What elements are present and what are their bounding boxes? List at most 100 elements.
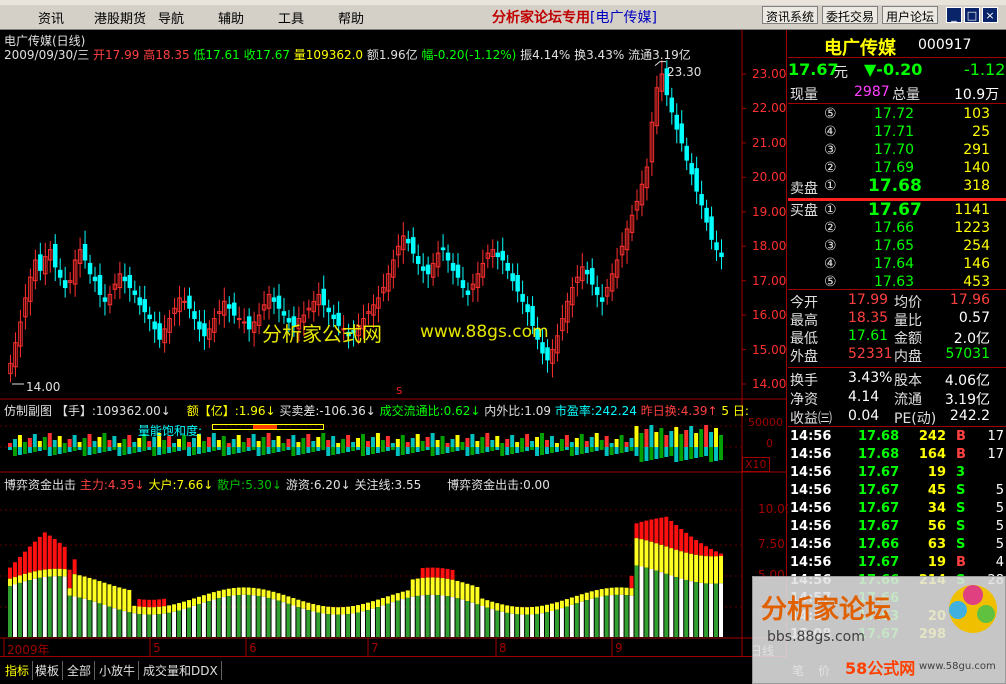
retail-bar <box>286 603 291 637</box>
sub1-bar <box>341 439 346 447</box>
candle-body <box>689 163 694 175</box>
retail-bar <box>296 607 301 637</box>
menu-strip <box>0 0 1006 5</box>
main-force-bar <box>629 575 634 589</box>
candle-body <box>410 237 416 254</box>
price-axis-label: 17.00 <box>752 273 787 288</box>
retail-bar <box>8 586 12 637</box>
sub1-bar-neg <box>465 447 470 456</box>
big-holder-bar <box>674 549 679 578</box>
sub1-bar-neg <box>127 447 132 454</box>
price-axis-label: 20.00 <box>752 170 787 185</box>
chart-canvas[interactable] <box>0 30 787 656</box>
maximize-button[interactable]: □ <box>964 7 980 23</box>
retail-bar <box>261 596 266 637</box>
sub2-retail: 散户:5.30↓ <box>217 478 282 492</box>
retail-bar <box>689 581 694 637</box>
sub1-bar-neg <box>231 447 236 454</box>
minimize-button[interactable]: _ <box>946 7 962 23</box>
stat-value: 0.04 <box>848 408 880 424</box>
retail-bar <box>549 611 554 637</box>
sub1-bar-neg <box>172 447 177 452</box>
volume-row: 现量 2987 总量 10.9万 <box>788 84 1006 103</box>
main-force-bar <box>709 548 714 557</box>
big-holder-bar <box>639 539 644 567</box>
big-holder-bar <box>435 577 440 596</box>
retail-bar <box>206 601 211 637</box>
stat-value: 17.61 <box>848 328 889 344</box>
big-holder-bar <box>599 589 604 597</box>
sub1-bar <box>465 438 470 447</box>
trade-button[interactable]: 委托交易 <box>822 6 879 24</box>
sub1-bar-neg <box>564 447 569 450</box>
big-holder-bar <box>67 588 72 596</box>
book-level-icon: ② <box>824 220 837 236</box>
sub1-bar <box>679 434 684 447</box>
tick-volume: 56 <box>927 519 946 534</box>
menu-item-assist[interactable]: 辅助 <box>218 8 244 27</box>
candle-body <box>152 321 157 330</box>
tab-all[interactable]: 全部 <box>64 661 96 680</box>
big-holder-bar <box>241 587 246 595</box>
retail-bar <box>291 605 296 637</box>
retail-bar <box>425 594 430 637</box>
candle-body <box>97 275 103 295</box>
big-holder-bar <box>614 587 619 595</box>
retail-bar <box>47 576 52 637</box>
retail-bar <box>535 613 540 637</box>
tab-xiaofangniu[interactable]: 小放牛 <box>96 661 140 680</box>
menu-item-help[interactable]: 帮助 <box>338 8 364 27</box>
retail-bar <box>525 614 530 637</box>
big-holder-bar <box>221 589 226 598</box>
big-holder-bar <box>32 571 37 579</box>
book-volume: 25 <box>972 124 990 140</box>
close-button[interactable]: × <box>982 7 998 23</box>
main-force-bar <box>689 536 694 554</box>
user-forum-button[interactable]: 用户论坛 <box>882 6 939 24</box>
candle-body <box>589 268 595 285</box>
sub1-bar-neg <box>639 447 644 462</box>
main-force-bar <box>67 569 72 589</box>
retail-bar <box>316 612 321 637</box>
big-holder-bar <box>201 595 206 603</box>
retail-bar <box>599 596 604 637</box>
menu-item-hk-futures[interactable]: 港股期货 <box>94 8 146 27</box>
tab-template[interactable]: 模板 <box>32 661 64 680</box>
sub1-bar-neg <box>480 447 485 453</box>
sub1-bar <box>420 441 425 447</box>
sub1-bar-neg <box>112 447 117 450</box>
sub1-label-line: 仿制副图 【手】:109362.00↓ 额【亿】:1.96↓ 买卖差:-106.… <box>4 402 749 419</box>
sub1-bar-neg <box>157 447 162 455</box>
sub1-bar-neg <box>525 447 530 451</box>
menu-item-news[interactable]: 资讯 <box>38 8 64 27</box>
sub1-bar <box>500 443 505 447</box>
candle-body <box>505 262 510 271</box>
big-holder-bar <box>460 582 465 600</box>
big-holder-bar <box>684 552 689 580</box>
sub1-bar <box>525 434 530 447</box>
menu-item-navigate[interactable]: 导航 <box>158 8 184 27</box>
menu-item-tools[interactable]: 工具 <box>278 8 304 27</box>
sub1-bar-neg <box>326 447 331 456</box>
sub1-axis-unit[interactable]: X10 <box>742 457 770 472</box>
sub1-bar-neg <box>569 447 574 456</box>
stat-value: 3.19亿 <box>944 392 990 408</box>
sub1-bar <box>17 435 22 447</box>
retail-bar <box>301 608 306 637</box>
news-system-button[interactable]: 资讯系统 <box>762 6 819 24</box>
sub1-bar <box>709 432 714 447</box>
tab-indicator[interactable]: 指标 <box>2 661 34 680</box>
main-force-bar <box>420 568 425 578</box>
last-price: 17.67 <box>788 60 839 79</box>
sub1-bar-neg <box>122 447 127 455</box>
menu-bar: 资讯 港股期货 导航 辅助 工具 帮助 分析家论坛专用[电广传媒] 资讯系统 委… <box>0 0 1006 30</box>
stat-value: 4.14 <box>848 389 880 405</box>
stat-label: 均价 <box>894 295 922 311</box>
sub1-bar <box>241 442 246 447</box>
sub1-bar <box>674 427 679 447</box>
main-force-bar <box>62 546 67 570</box>
tick-price: 17.67 <box>858 555 900 570</box>
chart-area[interactable]: 电广传媒(日线) 2009/09/30/三 开17.99 高18.35 低17.… <box>0 30 792 658</box>
tab-volume-ddx[interactable]: 成交量和DDX <box>140 661 222 680</box>
big-holder-bar <box>341 607 346 615</box>
